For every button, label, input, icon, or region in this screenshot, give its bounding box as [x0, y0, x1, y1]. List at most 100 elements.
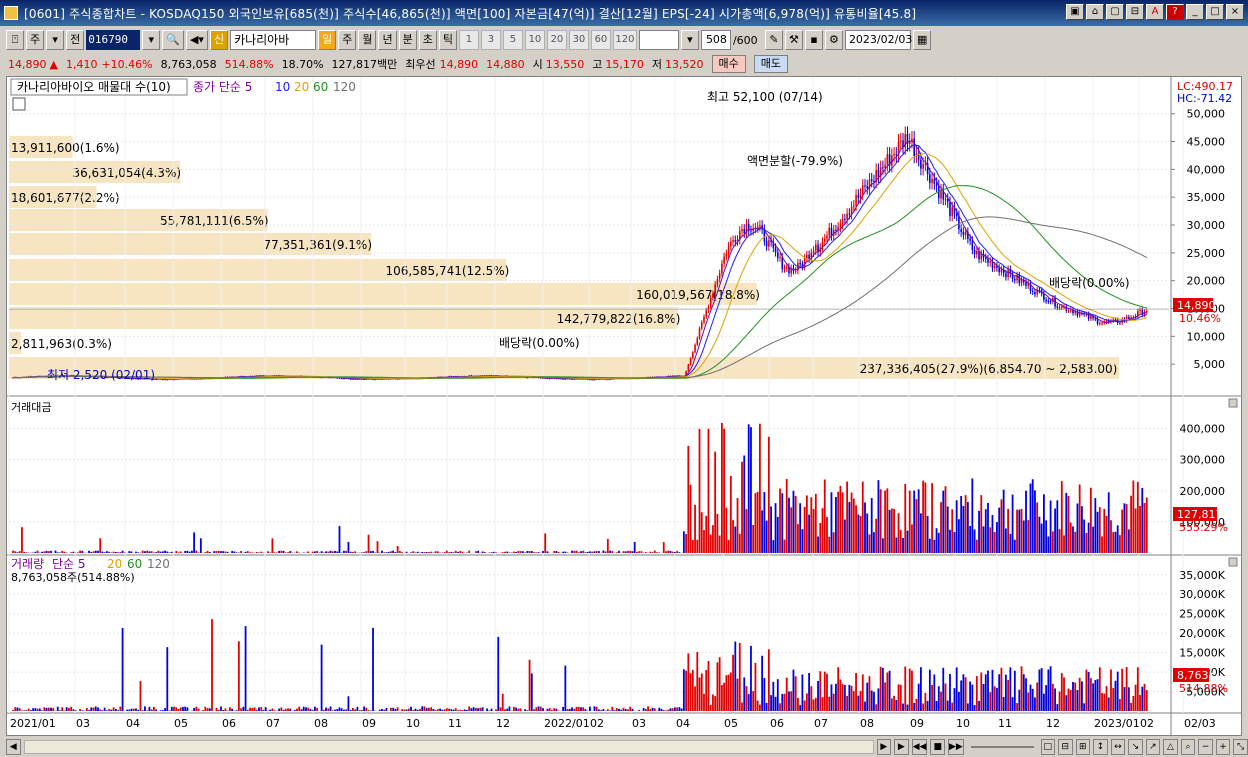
amount-bar: [197, 552, 200, 553]
chart-canvas[interactable]: 13,911,600(1.6%) 36,631,054(4.3%) 18,601,6…: [7, 77, 1241, 735]
interval-30[interactable]: 30: [568, 30, 589, 50]
high-price: 15,170: [605, 57, 644, 71]
bottom-scrollbar[interactable]: ◀ ▶ ▶ ◀◀ ■ ▶▶ □ ⊟ ⊞ ↕ ↔ ↘ ↗ △ ⌕ − + ⤡: [0, 736, 1248, 757]
minimize-button[interactable]: _: [1186, 4, 1204, 20]
scroll-left-icon[interactable]: ◀: [6, 738, 21, 755]
search-icon[interactable]: 🔍: [162, 30, 184, 50]
window-icon[interactable]: ▢: [1106, 4, 1124, 20]
amount-bar: [195, 550, 198, 553]
amount-bar: [727, 539, 730, 553]
scroll-track[interactable]: [23, 739, 874, 754]
font-icon[interactable]: A: [1146, 4, 1164, 20]
amount-bar: [1067, 495, 1070, 553]
tool-icon-8[interactable]: △: [1163, 738, 1178, 755]
period-tick[interactable]: 틱: [438, 30, 457, 50]
interval-input[interactable]: [638, 30, 679, 50]
volume-bar: [1145, 690, 1148, 711]
tool-icon-2[interactable]: ⊟: [1058, 738, 1073, 755]
interval-5[interactable]: 5: [502, 30, 523, 50]
period-year[interactable]: 년: [378, 30, 397, 50]
stop-icon[interactable]: ■: [930, 738, 945, 755]
indicator-icon[interactable]: ⚒: [784, 30, 803, 50]
tile-icon[interactable]: ⊟: [1126, 4, 1144, 20]
dropdown-icon[interactable]: ▾: [46, 30, 65, 50]
period-day[interactable]: 일: [318, 30, 337, 50]
chart-type-icon[interactable]: ⍞: [6, 30, 24, 50]
zoom-icon[interactable]: ⌕: [1180, 738, 1196, 755]
stock-code-input[interactable]: 016790: [86, 30, 141, 50]
tool-icon-4[interactable]: ↕: [1093, 738, 1108, 755]
candle-body: [882, 167, 884, 169]
interval-dropdown-icon[interactable]: ▾: [680, 30, 699, 50]
tool-icon-7[interactable]: ↗: [1145, 738, 1161, 755]
volume-panel-title: 거래량: [11, 557, 44, 571]
period-month[interactable]: 월: [358, 30, 377, 50]
interval-10[interactable]: 10: [524, 30, 545, 50]
speed-slider[interactable]: [970, 745, 1034, 748]
period-week[interactable]: 주: [338, 30, 357, 50]
volume-bar: [117, 710, 120, 711]
volume-bar: [582, 707, 585, 711]
buy-button[interactable]: 매수: [711, 55, 746, 73]
candle-body: [774, 247, 777, 253]
save-icon[interactable]: ▪: [804, 30, 823, 50]
code-dropdown-icon[interactable]: ▾: [142, 30, 161, 50]
expand-icon[interactable]: ⤡: [1233, 738, 1248, 755]
table-icon[interactable]: [12, 97, 26, 111]
panel-max-icon-2[interactable]: [1228, 557, 1238, 567]
interval-3[interactable]: 3: [480, 30, 501, 50]
play-icon[interactable]: ▶: [894, 738, 909, 755]
rewind-icon[interactable]: ◀◀: [911, 738, 928, 755]
volume-bar: [597, 709, 600, 711]
panel-max-icon[interactable]: [1228, 398, 1238, 408]
interval-1[interactable]: 1: [458, 30, 479, 50]
interval-20[interactable]: 20: [546, 30, 567, 50]
count-input[interactable]: 508: [700, 30, 731, 50]
x-axis-label: 07: [814, 717, 828, 730]
volume-bar: [674, 707, 676, 711]
volume-bar: [296, 708, 298, 711]
period-second[interactable]: 초: [418, 30, 437, 50]
prev-button[interactable]: 전: [66, 30, 85, 50]
speaker-icon[interactable]: ◀▾: [185, 30, 208, 50]
fast-forward-icon[interactable]: ▶▶: [947, 738, 964, 755]
maximize-button[interactable]: □: [1206, 4, 1224, 20]
tool-icon-3[interactable]: ⊞: [1075, 738, 1091, 755]
amount-bar: [694, 504, 696, 553]
tool-icon-1[interactable]: □: [1040, 738, 1056, 755]
candle-body: [703, 316, 705, 323]
settings-icon[interactable]: ⚙: [824, 30, 843, 50]
volume-bar: [1027, 692, 1030, 711]
volume-bar: [1083, 703, 1086, 711]
tool-icon-6[interactable]: ↘: [1128, 738, 1143, 755]
volume-bar: [352, 708, 354, 711]
volume-bar: [631, 708, 634, 711]
amount-bar: [255, 552, 258, 553]
zoom-in-icon[interactable]: +: [1215, 738, 1231, 755]
link-icon[interactable]: ▣: [1066, 4, 1084, 20]
close-button[interactable]: ×: [1226, 4, 1244, 20]
chart-area[interactable]: 13,911,600(1.6%) 36,631,054(4.3%) 18,601,6…: [6, 76, 1242, 736]
volume-bar: [513, 706, 515, 711]
interval-60[interactable]: 60: [590, 30, 611, 50]
volume-bar: [1063, 677, 1065, 711]
interval-120[interactable]: 120: [612, 30, 637, 50]
amount-bar: [855, 505, 857, 553]
drawing-tool-icon[interactable]: ✎: [764, 30, 783, 50]
volume-bar: [720, 685, 723, 711]
home-icon[interactable]: ⌂: [1086, 4, 1104, 20]
period-minute[interactable]: 분: [398, 30, 417, 50]
volume-y-label: 35,000K: [1179, 569, 1225, 582]
sell-button[interactable]: 매도: [753, 55, 789, 73]
zoom-out-icon[interactable]: −: [1198, 738, 1213, 755]
scroll-right-icon[interactable]: ▶: [876, 738, 892, 755]
volume-bar: [85, 708, 88, 711]
date-input[interactable]: 2023/02/03: [844, 30, 912, 50]
amount-bar: [490, 552, 493, 553]
mode-select[interactable]: 주: [26, 30, 45, 50]
tool-icon-5[interactable]: ↔: [1110, 738, 1126, 755]
calendar-icon[interactable]: ▦: [912, 30, 932, 50]
volume-bar: [237, 641, 240, 711]
volume-bar: [271, 708, 274, 711]
help-button[interactable]: ?: [1166, 4, 1184, 20]
